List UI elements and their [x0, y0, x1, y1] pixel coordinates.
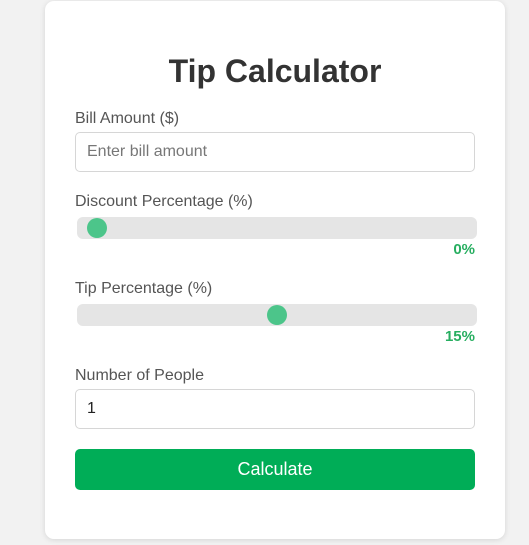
discount-percentage-label: Discount Percentage (%) [75, 193, 253, 210]
tip-slider[interactable] [77, 304, 477, 326]
tip-slider-thumb[interactable] [267, 305, 287, 325]
tip-value: 15% [444, 328, 475, 345]
number-of-people-input[interactable] [75, 389, 475, 429]
discount-value: 0% [453, 241, 475, 258]
calculate-button[interactable]: Calculate [75, 449, 475, 490]
number-of-people-label: Number of People [75, 367, 204, 384]
bill-amount-input[interactable] [75, 132, 475, 172]
bill-amount-label: Bill Amount ($) [75, 110, 180, 127]
tip-percentage-label: Tip Percentage (%) [75, 280, 213, 297]
calculator-card: Tip Calculator Bill Amount ($) Discount … [45, 1, 505, 539]
page-title: Tip Calculator [168, 53, 382, 89]
discount-slider-thumb[interactable] [87, 218, 107, 238]
discount-slider[interactable] [77, 217, 477, 239]
